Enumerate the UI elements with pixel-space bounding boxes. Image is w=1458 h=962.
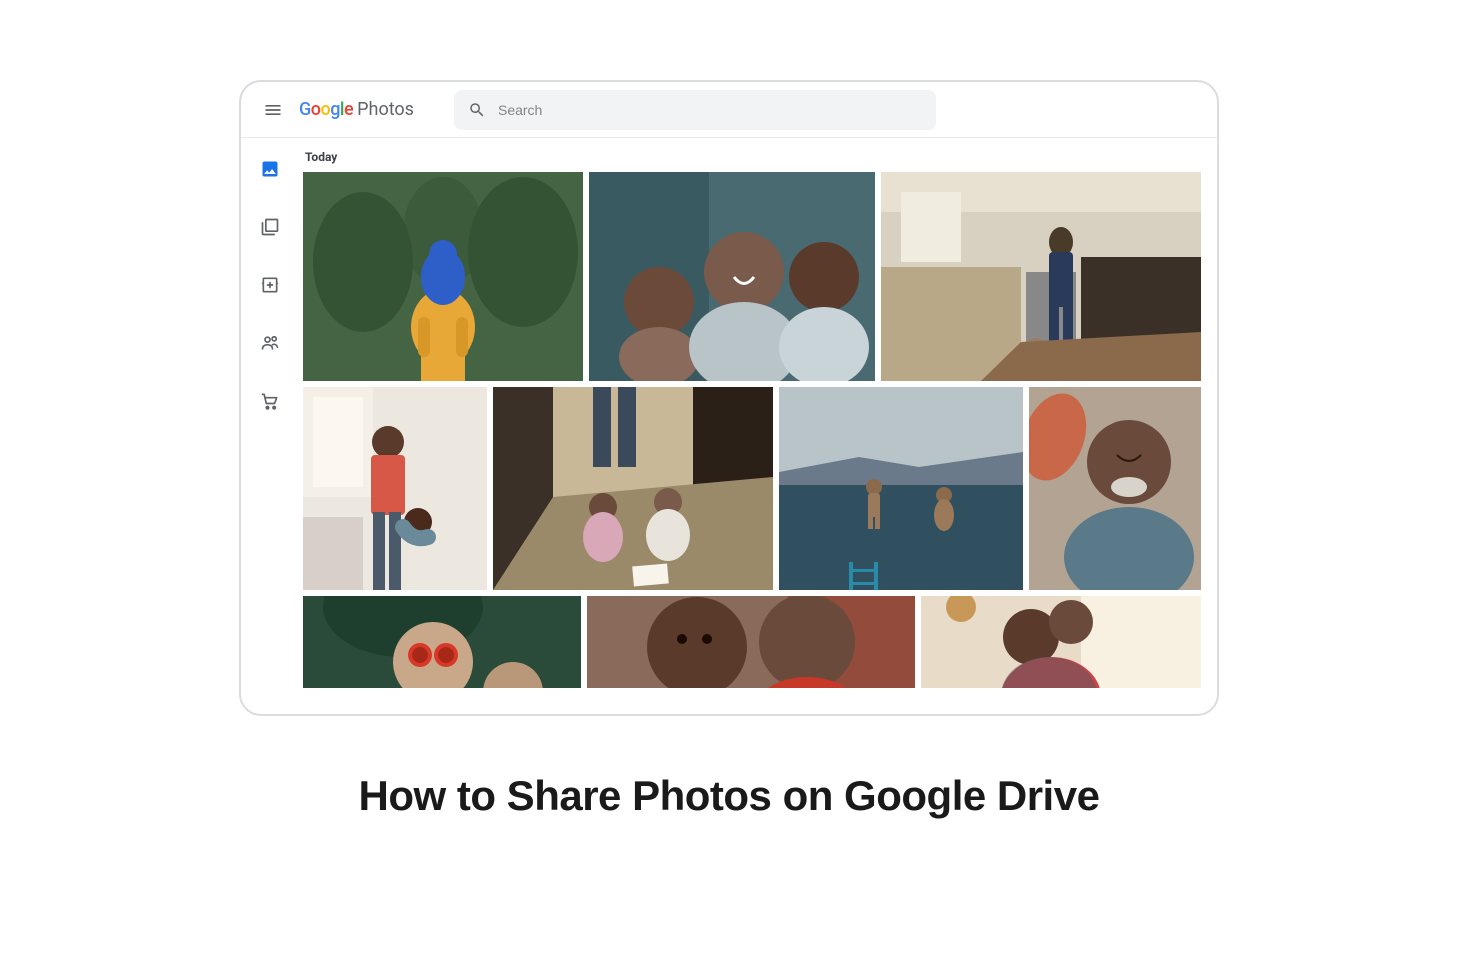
photo-thumbnail[interactable] xyxy=(303,387,487,590)
sidebar-item-for-you[interactable] xyxy=(253,268,287,302)
body-container: Today xyxy=(241,138,1217,714)
photo-row xyxy=(303,596,1217,688)
sidebar-nav xyxy=(241,138,299,714)
photo-thumbnail[interactable] xyxy=(921,596,1201,688)
main-content: Today xyxy=(299,138,1217,714)
for-you-icon xyxy=(260,275,280,295)
photo-row xyxy=(303,387,1217,590)
cart-icon xyxy=(260,391,280,411)
photo-row xyxy=(303,172,1217,381)
google-wordmark: Google xyxy=(299,99,353,120)
photos-icon xyxy=(260,159,280,179)
photo-thumbnail[interactable] xyxy=(493,387,773,590)
app-header: Google Photos xyxy=(241,82,1217,138)
main-menu-button[interactable] xyxy=(253,90,293,130)
photo-thumbnail[interactable] xyxy=(589,172,875,381)
search-input[interactable] xyxy=(498,102,922,118)
sharing-icon xyxy=(260,333,280,353)
sidebar-item-albums[interactable] xyxy=(253,210,287,244)
date-section-label: Today xyxy=(305,150,1217,164)
search-icon xyxy=(468,101,486,119)
photo-thumbnail[interactable] xyxy=(881,172,1201,381)
sidebar-item-sharing[interactable] xyxy=(253,326,287,360)
albums-icon xyxy=(260,217,280,237)
search-bar[interactable] xyxy=(454,90,936,130)
photo-thumbnail[interactable] xyxy=(1029,387,1201,590)
photo-thumbnail[interactable] xyxy=(587,596,915,688)
photo-grid xyxy=(303,172,1217,688)
hamburger-icon xyxy=(263,100,283,120)
app-logo[interactable]: Google Photos xyxy=(299,99,414,120)
sidebar-item-photos[interactable] xyxy=(253,152,287,186)
sidebar-item-print-store[interactable] xyxy=(253,384,287,418)
page-caption: How to Share Photos on Google Drive xyxy=(359,772,1100,820)
device-frame: Google Photos xyxy=(239,80,1219,716)
photo-thumbnail[interactable] xyxy=(303,596,581,688)
photos-wordmark: Photos xyxy=(357,99,414,120)
photo-thumbnail[interactable] xyxy=(303,172,583,381)
photo-thumbnail[interactable] xyxy=(779,387,1023,590)
